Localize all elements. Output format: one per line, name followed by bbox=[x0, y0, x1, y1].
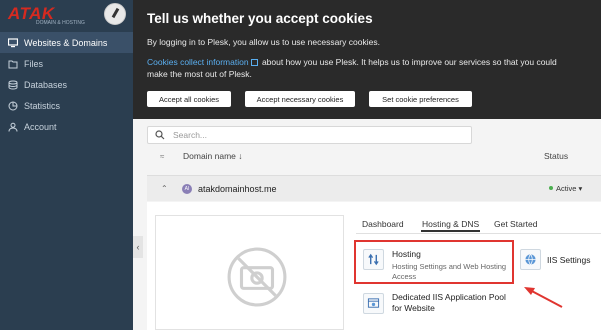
tabs-divider bbox=[356, 233, 601, 234]
sidebar-item-label: Websites & Domains bbox=[24, 37, 108, 48]
chevron-up-icon[interactable]: ⌃ bbox=[161, 184, 168, 193]
annotation-arrow-icon bbox=[524, 287, 563, 308]
tab-hosting-dns[interactable]: Hosting & DNS bbox=[420, 219, 481, 232]
sidebar-item-websites-domains[interactable]: Websites & Domains bbox=[0, 32, 133, 53]
sidebar-item-label: Databases bbox=[24, 79, 68, 90]
sidebar-item-files[interactable]: Files bbox=[0, 53, 133, 74]
search-placeholder: Search... bbox=[173, 130, 208, 140]
table-header: ≈ Domain name ↓ Status bbox=[147, 148, 601, 164]
sidebar: ATAK DOMAIN & HOSTING Websites & Domains… bbox=[0, 0, 133, 330]
sidebar-item-account[interactable]: Account bbox=[0, 116, 133, 137]
sidebar-item-label: Files bbox=[24, 58, 44, 69]
application-pool-link[interactable]: Dedicated IIS Application Pool for Websi… bbox=[392, 292, 512, 314]
search-icon bbox=[155, 130, 165, 140]
sidebar-item-databases[interactable]: Databases bbox=[0, 74, 133, 95]
domain-name-link[interactable]: atakdomainhost.me bbox=[198, 184, 277, 194]
logo-subtitle: DOMAIN & HOSTING bbox=[36, 20, 85, 26]
status-dropdown[interactable]: Active ▾ bbox=[549, 184, 582, 193]
cookie-banner-details: Cookies collect information about how yo… bbox=[147, 56, 567, 80]
domain-row[interactable]: ⌃ AI atakdomainhost.me Active ▾ bbox=[147, 175, 601, 201]
status-label: Active ▾ bbox=[556, 184, 583, 193]
monitor-icon bbox=[8, 37, 18, 48]
search-input[interactable]: Search... bbox=[147, 126, 472, 144]
accept-necessary-cookies-button[interactable]: Accept necessary cookies bbox=[245, 91, 355, 107]
application-pool-icon[interactable] bbox=[363, 293, 384, 314]
external-link-icon bbox=[250, 59, 258, 66]
iis-settings-link[interactable]: IIS Settings bbox=[547, 255, 590, 265]
cookie-banner-title: Tell us whether you accept cookies bbox=[147, 11, 373, 26]
site-favicon-icon: AI bbox=[182, 184, 192, 194]
sidebar-item-statistics[interactable]: Statistics bbox=[0, 95, 133, 116]
tab-get-started[interactable]: Get Started bbox=[494, 219, 537, 229]
set-cookie-preferences-button[interactable]: Set cookie preferences bbox=[369, 91, 472, 107]
no-preview-camera-icon bbox=[227, 247, 287, 307]
statistics-icon bbox=[8, 101, 18, 111]
sidebar-item-label: Account bbox=[24, 121, 57, 132]
account-icon bbox=[8, 122, 18, 132]
iis-globe-icon[interactable] bbox=[520, 249, 541, 270]
collapse-all-icon[interactable]: ≈ bbox=[160, 152, 164, 161]
database-icon bbox=[8, 80, 18, 90]
column-domain-name[interactable]: Domain name ↓ bbox=[183, 151, 243, 161]
cookie-banner-text: By logging in to Plesk, you allow us to … bbox=[147, 37, 380, 47]
status-dot-icon bbox=[549, 186, 553, 190]
sidebar-collapse-button[interactable]: ‹ bbox=[133, 236, 143, 258]
folder-icon bbox=[8, 59, 18, 69]
sidebar-item-label: Statistics bbox=[24, 100, 61, 111]
annotation-highlight-box bbox=[354, 240, 514, 284]
column-status: Status bbox=[544, 151, 569, 161]
accept-all-cookies-button[interactable]: Accept all cookies bbox=[147, 91, 231, 107]
tab-dashboard[interactable]: Dashboard bbox=[362, 219, 404, 229]
site-preview[interactable] bbox=[155, 215, 344, 330]
cookies-info-link[interactable]: Cookies collect information bbox=[147, 57, 249, 67]
logo-emblem-icon bbox=[104, 3, 126, 25]
logo[interactable]: ATAK DOMAIN & HOSTING bbox=[0, 0, 133, 30]
